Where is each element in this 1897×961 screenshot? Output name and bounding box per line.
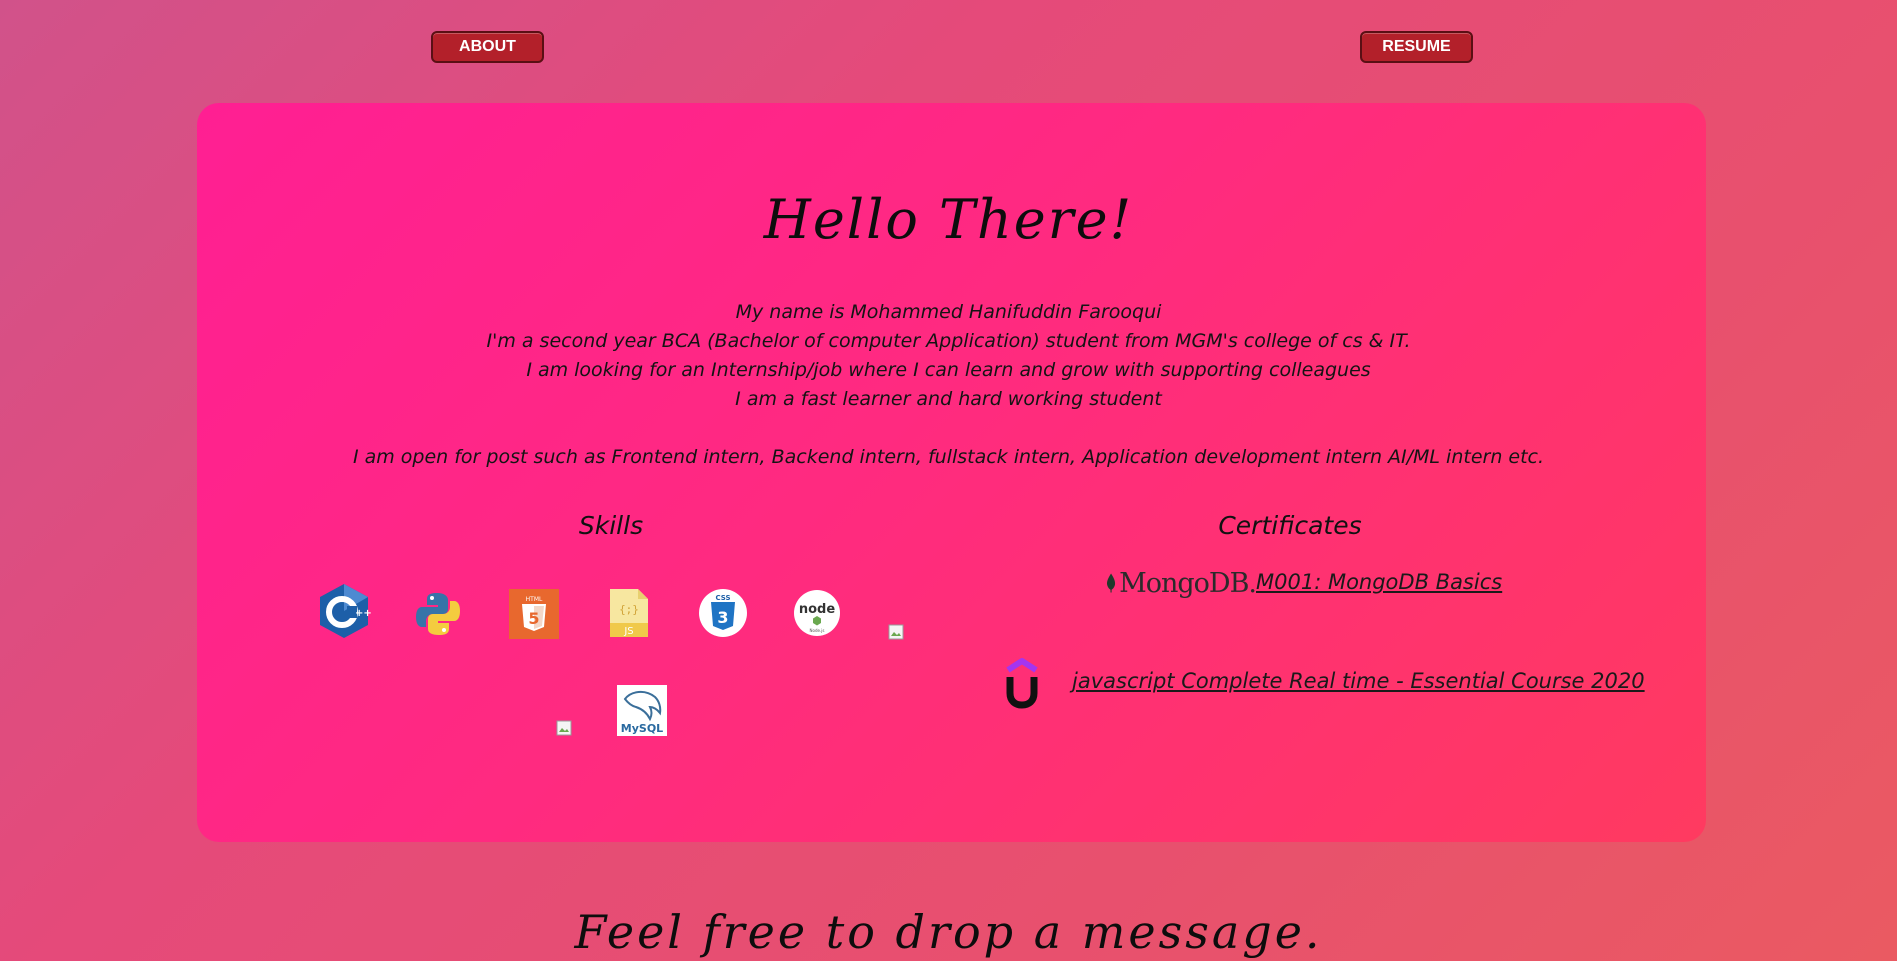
node-label: node: [799, 602, 835, 617]
js-label: JS: [623, 626, 633, 637]
nodejs-icon: node Node.js: [793, 589, 841, 637]
python-icon: [414, 590, 462, 638]
intro-line: I am looking for an Internship/job where…: [526, 359, 1371, 381]
intro-line: I'm a second year BCA (Bachelor of compu…: [486, 330, 1411, 352]
broken-image-icon: [888, 624, 904, 640]
mongodb-provider-label: MongoDB.: [1119, 567, 1257, 599]
intro-line: My name is Mohammed Hanifuddin Farooqui: [735, 301, 1162, 323]
certificates-title: Certificates: [1218, 511, 1362, 540]
cert-mongodb-link[interactable]: M001: MongoDB Basics: [1256, 570, 1502, 594]
udemy-icon: [1004, 653, 1040, 709]
html5-label: HTML: [526, 596, 543, 603]
js-braces-label: {;}: [619, 603, 639, 616]
html5-icon: HTML 5: [509, 589, 559, 639]
mongodb-leaf-icon: [1107, 573, 1116, 593]
nodejs-label: Node.js: [810, 628, 825, 633]
about-button[interactable]: ABOUT: [431, 31, 544, 63]
css3-icon: CSS 3: [698, 588, 748, 638]
footer-message: Feel free to drop a message.: [574, 905, 1323, 959]
greeting-heading: Hello There!: [763, 188, 1134, 251]
javascript-file-icon: {;} JS: [608, 587, 650, 639]
intro-text: My name is Mohammed Hanifuddin Farooqui …: [0, 298, 1897, 472]
svg-text:5: 5: [528, 609, 539, 628]
svg-text:3: 3: [717, 608, 728, 627]
mysql-label: MySQL: [621, 722, 663, 735]
css-label: CSS: [715, 594, 730, 602]
cpp-icon: ++: [317, 582, 371, 640]
mongodb-logo: MongoDB.: [1106, 564, 1257, 602]
open-for-text: I am open for post such as Frontend inte…: [352, 446, 1545, 468]
intro-line: I am a fast learner and hard working stu…: [735, 388, 1162, 410]
skills-title: Skills: [578, 511, 644, 540]
cert-udemy-link[interactable]: javascript Complete Real time - Essentia…: [1072, 669, 1645, 693]
resume-button[interactable]: RESUME: [1360, 31, 1473, 63]
mysql-icon: MySQL: [617, 685, 667, 736]
svg-text:++: ++: [355, 608, 371, 619]
broken-image-icon: [556, 720, 572, 736]
